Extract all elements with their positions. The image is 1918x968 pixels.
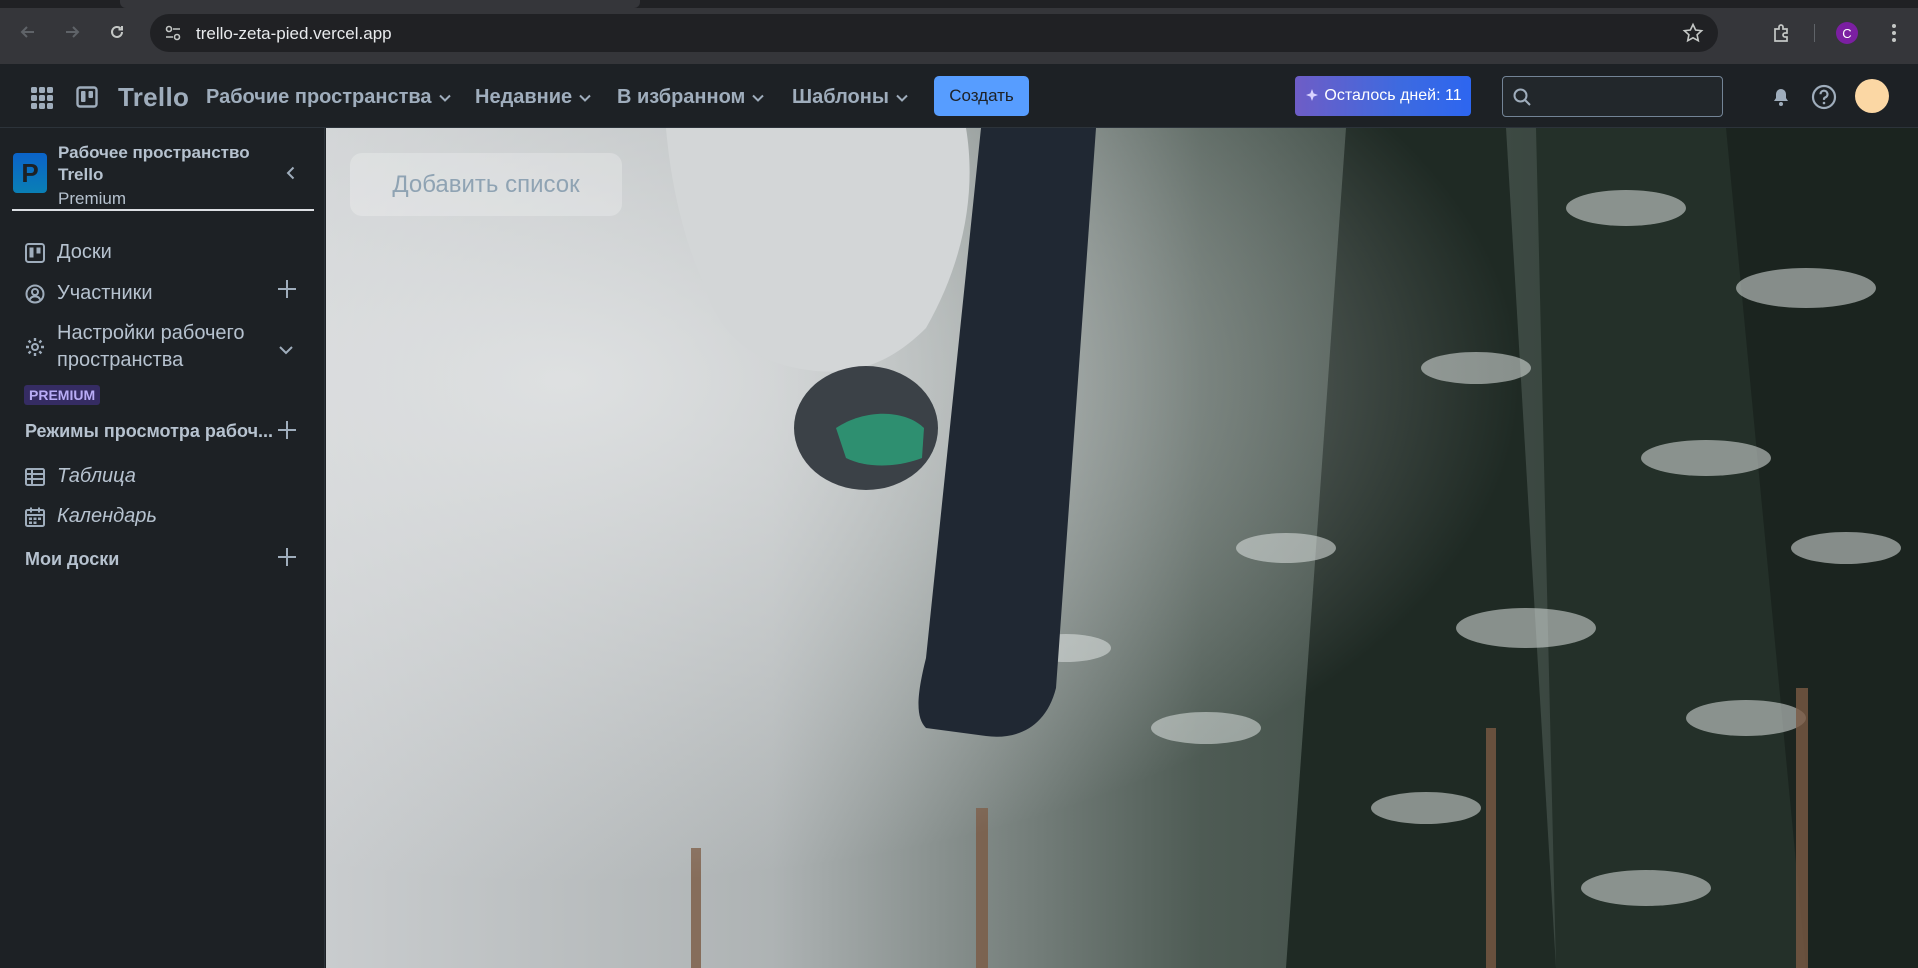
chevron-down-icon (579, 94, 591, 102)
address-bar[interactable]: trello-zeta-pied.vercel.app (150, 14, 1718, 52)
sparkle-icon (1306, 89, 1319, 101)
board-icon (25, 243, 45, 263)
sidebar-item-label: Таблица (57, 465, 136, 487)
member-icon (25, 284, 45, 304)
menu-recent-label: Недавние (475, 86, 573, 108)
toolbar-separator (1814, 24, 1815, 42)
sidebar-item-label: Календарь (57, 505, 157, 527)
workspace-views-title: Режимы просмотра рабоч... (25, 421, 274, 441)
menu-starred[interactable]: В избранном (617, 86, 765, 109)
user-avatar[interactable] (1855, 79, 1889, 113)
menu-starred-label: В избранном (617, 86, 746, 108)
search-icon (1513, 88, 1531, 106)
chevron-down-icon[interactable] (277, 341, 295, 359)
url-text[interactable]: trello-zeta-pied.vercel.app (196, 24, 392, 44)
menu-templates[interactable]: Шаблоны (792, 86, 909, 109)
tab-strip (0, 0, 1918, 8)
back-icon[interactable] (14, 18, 42, 46)
extensions-icon[interactable] (1770, 21, 1794, 45)
notifications-bell-icon[interactable] (1770, 86, 1792, 108)
gear-icon (26, 338, 44, 356)
browser-menu-icon[interactable] (1882, 21, 1906, 45)
search-input[interactable] (1537, 83, 1717, 109)
sidebar-item-label: Настройки рабочего пространства (57, 322, 245, 371)
create-button[interactable]: Создать (934, 76, 1029, 116)
sidebar-item-table-view[interactable]: Таблица (0, 460, 325, 494)
add-member-plus-icon[interactable] (276, 278, 298, 300)
app-header: Trello Рабочие пространства Недавние В и… (0, 64, 1918, 128)
reload-icon[interactable] (103, 18, 131, 46)
board-canvas: Добавить список (326, 128, 1918, 968)
trello-board-icon[interactable] (76, 86, 98, 108)
workspace-divider (12, 209, 314, 211)
menu-workspaces-label: Рабочие пространства (206, 86, 432, 108)
menu-templates-label: Шаблоны (792, 86, 889, 108)
board-background-image (326, 128, 1918, 968)
workspace-plan: Premium (58, 189, 127, 208)
chevron-down-icon (752, 94, 765, 102)
chevron-down-icon (438, 94, 451, 102)
search-field[interactable] (1502, 76, 1723, 117)
sidebar-item-label: Доски (57, 241, 112, 263)
browser-profile-avatar[interactable]: C (1836, 22, 1858, 44)
premium-badge: PREMIUM (24, 385, 101, 405)
collapse-sidebar-icon[interactable] (282, 164, 300, 182)
add-board-plus-icon[interactable] (276, 546, 298, 568)
workspace-header: P Рабочее пространство Trello Premium (0, 128, 325, 211)
help-icon[interactable] (1811, 84, 1837, 110)
bookmark-star-icon[interactable] (1682, 22, 1704, 44)
workspace-sidebar: P Рабочее пространство Trello Premium До… (0, 128, 325, 968)
menu-recent[interactable]: Недавние (475, 86, 592, 109)
trello-logo[interactable]: Trello (118, 82, 189, 113)
add-list-button[interactable]: Добавить список (350, 153, 622, 216)
workspace-name: Рабочее пространство Trello (58, 143, 250, 184)
menu-workspaces[interactable]: Рабочие пространства (206, 86, 452, 109)
add-view-plus-icon[interactable] (276, 419, 298, 441)
calendar-icon (25, 507, 45, 527)
site-info-icon[interactable] (164, 24, 182, 42)
app-switcher-icon[interactable] (30, 86, 54, 110)
forward-icon[interactable] (58, 18, 86, 46)
sidebar-item-label: Участники (57, 282, 153, 304)
trial-days-label: Осталось дней: 11 (1324, 87, 1462, 104)
chevron-down-icon (896, 94, 908, 102)
workspace-badge: P (13, 153, 47, 193)
table-icon (25, 468, 45, 486)
sidebar-item-boards[interactable]: Доски (0, 236, 325, 270)
sidebar-item-calendar-view[interactable]: Календарь (0, 500, 325, 534)
my-boards-title: Мои доски (25, 549, 120, 569)
trial-days-button[interactable]: Осталось дней: 11 (1295, 76, 1471, 116)
browser-toolbar: trello-zeta-pied.vercel.app C (0, 0, 1918, 64)
